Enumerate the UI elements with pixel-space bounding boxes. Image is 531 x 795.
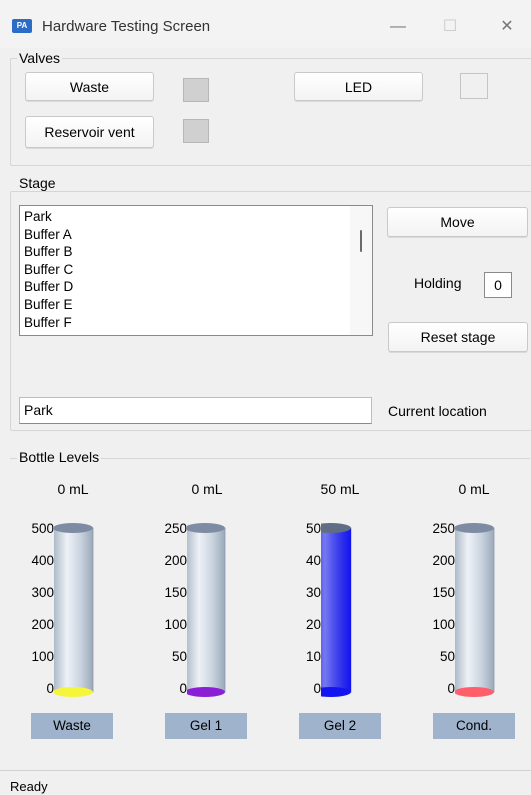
bottle-name-label: Waste <box>31 713 113 739</box>
list-item[interactable]: Buffer A <box>20 226 372 244</box>
bottle-tick-label: 50 <box>171 649 187 664</box>
bottle-tick-label: 250 <box>164 521 187 536</box>
bottle-tick-label: 0 <box>313 681 321 696</box>
bottle-tick-label: 0 <box>46 681 54 696</box>
close-button[interactable]: ✕ <box>487 12 527 42</box>
status-text: Ready <box>10 779 48 794</box>
title-bar: PA Hardware Testing Screen — ☐ ✕ <box>0 0 531 48</box>
reservoir-vent-indicator <box>183 119 209 143</box>
move-button[interactable]: Move <box>387 207 528 237</box>
led-button[interactable]: LED <box>294 72 423 101</box>
scrollbar-thumb[interactable] <box>360 230 362 252</box>
bottle-cap <box>54 523 93 533</box>
list-item[interactable]: Buffer C <box>20 261 372 279</box>
list-scrollbar[interactable] <box>350 206 372 335</box>
bottle-liquid-surface <box>54 687 93 697</box>
bottle-tick-label: 200 <box>31 617 54 632</box>
current-location-label: Current location <box>388 403 487 419</box>
bottle-tick-label: 40 <box>305 553 321 568</box>
bottle-tick-label: 100 <box>164 617 187 632</box>
list-item[interactable]: Buffer B <box>20 243 372 261</box>
bottle-tick-label: 100 <box>31 649 54 664</box>
bottle-tick-label: 150 <box>432 585 455 600</box>
bottle-tick-label: 250 <box>432 521 455 536</box>
list-item[interactable]: Buffer E <box>20 296 372 314</box>
bottle-levels-title: Bottle Levels <box>17 449 102 465</box>
waste-valve-indicator <box>183 78 209 102</box>
maximize-button[interactable]: ☐ <box>430 12 470 42</box>
bottle-gauge <box>187 523 226 697</box>
bottle-amount: 0 mL <box>57 481 89 497</box>
bottle-tick-label: 20 <box>305 617 321 632</box>
stage-location-list[interactable]: Park Buffer A Buffer B Buffer C Buffer D… <box>19 205 373 336</box>
bottle-tick-label: 0 <box>447 681 455 696</box>
holding-value-field[interactable]: 0 <box>484 272 512 298</box>
bottle-name-label: Gel 2 <box>299 713 381 739</box>
current-location-field[interactable]: Park <box>19 397 372 424</box>
bottle-name-label: Cond. <box>433 713 515 739</box>
bottle-amount: 50 mL <box>320 481 360 497</box>
reservoir-vent-button[interactable]: Reservoir vent <box>25 116 154 148</box>
bottle-name-label: Gel 1 <box>165 713 247 739</box>
bottle-tick-label: 500 <box>31 521 54 536</box>
stage-title: Stage <box>17 175 58 191</box>
bottle-tick-label: 100 <box>432 617 455 632</box>
minimize-button[interactable]: — <box>378 12 418 42</box>
bottle-liquid-surface <box>455 687 494 697</box>
bottle-liquid <box>321 528 351 692</box>
window-title: Hardware Testing Screen <box>42 18 211 35</box>
bottle-tick-label: 30 <box>305 585 321 600</box>
bottle-amount: 0 mL <box>191 481 223 497</box>
bottle-gauge <box>54 523 94 697</box>
bottle-tick-label: 0 <box>179 681 187 696</box>
bottle-tick-label: 200 <box>164 553 187 568</box>
bottle-tick-label: 200 <box>432 553 455 568</box>
bottle-tick-label: 300 <box>31 585 54 600</box>
bottle-tick-label: 150 <box>164 585 187 600</box>
bottle-tick-label: 50 <box>439 649 455 664</box>
holding-label: Holding <box>414 275 462 291</box>
bottle-cap <box>455 523 494 533</box>
bottle-amount: 0 mL <box>458 481 490 497</box>
reset-stage-button[interactable]: Reset stage <box>388 322 528 352</box>
bottle-tick-label: 10 <box>305 649 321 664</box>
bottle-gauge <box>455 523 495 697</box>
bottle-tube <box>455 527 495 693</box>
status-bar-divider <box>0 770 531 771</box>
bottle-tick-label: 400 <box>31 553 54 568</box>
bottle-tube <box>187 527 226 693</box>
app-icon: PA <box>12 19 32 33</box>
bottle-gauge <box>321 523 352 697</box>
bottle-tube <box>54 527 94 693</box>
waste-valve-button[interactable]: Waste <box>25 72 154 101</box>
list-item[interactable]: Park <box>20 208 372 226</box>
bottle-tick-label: 50 <box>305 521 321 536</box>
led-indicator <box>460 73 488 99</box>
valves-title: Valves <box>17 50 62 66</box>
list-item[interactable]: Buffer F <box>20 314 372 332</box>
list-item[interactable]: Buffer D <box>20 278 372 296</box>
